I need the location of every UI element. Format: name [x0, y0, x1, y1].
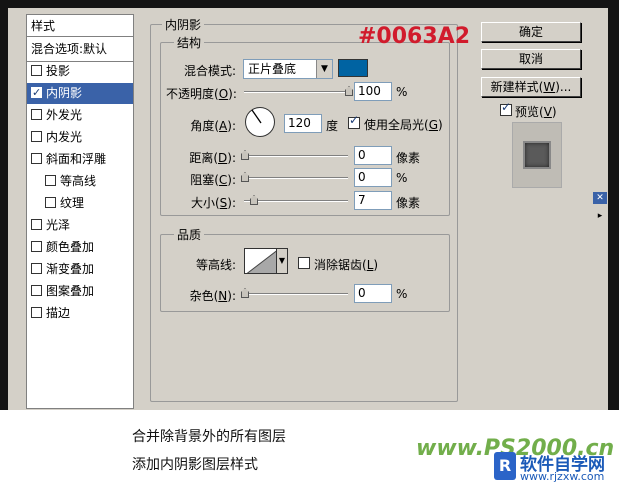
noise-unit: %	[396, 287, 408, 301]
style-item-checkbox[interactable]	[45, 197, 56, 208]
style-item-label: 等高线	[60, 174, 97, 188]
ok-button[interactable]: 确定	[481, 22, 581, 42]
structure-title: 结构	[174, 34, 205, 51]
site-badge: R 软件自学网 www.rjzxw.com	[494, 450, 616, 484]
hex-color-annotation: #0063A2	[358, 24, 470, 49]
contour-curve-icon	[246, 249, 277, 273]
contour-picker[interactable]	[244, 248, 278, 274]
style-item-label: 内阴影	[46, 86, 83, 100]
global-light-label[interactable]: 使用全局光(G)	[364, 116, 443, 133]
style-item[interactable]: 内阴影	[27, 82, 133, 104]
style-item-checkbox[interactable]	[31, 109, 42, 120]
style-item[interactable]: 投影	[27, 61, 133, 82]
blend-mode-value: 正片叠底	[248, 62, 297, 76]
distance-input[interactable]: 0	[354, 146, 392, 165]
style-item-checkbox[interactable]	[31, 153, 42, 164]
style-item-label: 光泽	[46, 218, 71, 232]
anti-alias-label[interactable]: 消除锯齿(L)	[314, 256, 378, 273]
contour-dropdown-arrow[interactable]: ▼	[276, 248, 288, 274]
choke-input[interactable]: 0	[354, 168, 392, 187]
contour-label: 等高线:	[196, 258, 237, 272]
noise-label: 杂色(N):	[189, 289, 236, 303]
noise-slider-track[interactable]	[244, 293, 348, 295]
style-item-checkbox[interactable]	[31, 241, 42, 252]
style-item-label: 描边	[46, 306, 71, 320]
style-item-checkbox[interactable]	[31, 131, 42, 142]
style-list-separator	[27, 61, 133, 62]
angle-dial-needle	[251, 109, 262, 124]
angle-dial[interactable]	[245, 107, 275, 137]
choke-slider-track[interactable]	[244, 177, 348, 179]
style-item-label: 斜面和浮雕	[46, 152, 107, 166]
style-item-label: 内发光	[46, 130, 83, 144]
site-url: www.rjzxw.com	[520, 470, 605, 483]
size-unit: 像素	[396, 196, 421, 210]
noise-input[interactable]: 0	[354, 284, 392, 303]
style-item-checkbox[interactable]	[45, 175, 56, 186]
style-item-label: 颜色叠加	[46, 240, 95, 254]
quality-title: 品质	[174, 226, 205, 243]
style-item-label: 外发光	[46, 108, 83, 122]
blend-options-item[interactable]: 混合选项:默认	[27, 39, 133, 60]
style-item-label: 渐变叠加	[46, 262, 95, 276]
style-item-checkbox[interactable]	[31, 82, 42, 103]
angle-label: 角度(A):	[190, 119, 236, 133]
distance-unit: 像素	[396, 151, 421, 165]
style-item[interactable]: 等高线	[27, 171, 133, 192]
cancel-button[interactable]: 取消	[481, 49, 581, 69]
style-item-checkbox[interactable]	[31, 263, 42, 274]
style-item-label: 投影	[46, 64, 71, 78]
style-item[interactable]: 斜面和浮雕	[27, 149, 133, 170]
preview-label[interactable]: 预览(V)	[515, 103, 557, 120]
style-item-label: 混合选项:默认	[31, 42, 108, 56]
size-label: 大小(S):	[190, 196, 236, 210]
angle-unit: 度	[326, 119, 339, 133]
chevron-down-icon: ▼	[316, 60, 332, 78]
style-item[interactable]: 光泽	[27, 215, 133, 236]
style-item[interactable]: 颜色叠加	[27, 237, 133, 258]
new-style-button[interactable]: 新建样式(W)...	[481, 77, 581, 97]
close-icon[interactable]: ✕	[593, 192, 607, 204]
choke-label: 阻塞(C):	[190, 173, 236, 187]
size-input[interactable]: 7	[354, 191, 392, 210]
opacity-label: 不透明度(O):	[166, 87, 237, 101]
style-item[interactable]: 图案叠加	[27, 281, 133, 302]
opacity-unit: %	[396, 85, 408, 99]
style-item-label: 纹理	[60, 196, 85, 210]
style-item[interactable]: 描边	[27, 303, 133, 324]
shadow-color-swatch[interactable]	[338, 59, 368, 77]
style-item[interactable]: 外发光	[27, 105, 133, 126]
blend-mode-select[interactable]: 正片叠底 ▼	[243, 59, 333, 79]
style-item[interactable]: 内发光	[27, 127, 133, 148]
style-item-checkbox[interactable]	[31, 219, 42, 230]
angle-input[interactable]: 120	[284, 114, 322, 133]
preview-checkbox[interactable]	[500, 100, 512, 116]
caption-line-1: 合并除背景外的所有图层	[132, 429, 286, 445]
style-item-checkbox[interactable]	[31, 285, 42, 296]
style-item-checkbox[interactable]	[31, 307, 42, 318]
opacity-slider-track[interactable]	[244, 91, 348, 93]
scroll-right-icon[interactable]: ▸	[593, 210, 607, 222]
inner-shadow-title: 内阴影	[162, 16, 205, 33]
choke-unit: %	[396, 171, 408, 185]
anti-alias-checkbox[interactable]	[298, 257, 310, 269]
distance-slider-track[interactable]	[244, 155, 348, 157]
caption-line-2: 添加内阴影图层样式	[132, 457, 258, 473]
preview-swatch	[523, 141, 551, 169]
size-slider-track[interactable]	[244, 200, 348, 202]
style-list: 样式 混合选项:默认投影内阴影外发光内发光斜面和浮雕等高线纹理光泽颜色叠加渐变叠…	[26, 14, 134, 409]
style-item[interactable]: 渐变叠加	[27, 259, 133, 280]
style-item-label: 图案叠加	[46, 284, 95, 298]
opacity-input[interactable]: 100	[354, 82, 392, 101]
background-panel-edge: ✕ ▸	[592, 190, 608, 410]
style-item-checkbox[interactable]	[31, 65, 42, 76]
style-item[interactable]: 纹理	[27, 193, 133, 214]
global-light-checkbox[interactable]	[348, 113, 360, 129]
style-list-header[interactable]: 样式	[27, 15, 133, 37]
style-preview	[512, 122, 562, 188]
blend-mode-label: 混合模式:	[184, 64, 237, 78]
site-logo-icon: R	[494, 452, 516, 480]
distance-label: 距离(D):	[189, 151, 236, 165]
